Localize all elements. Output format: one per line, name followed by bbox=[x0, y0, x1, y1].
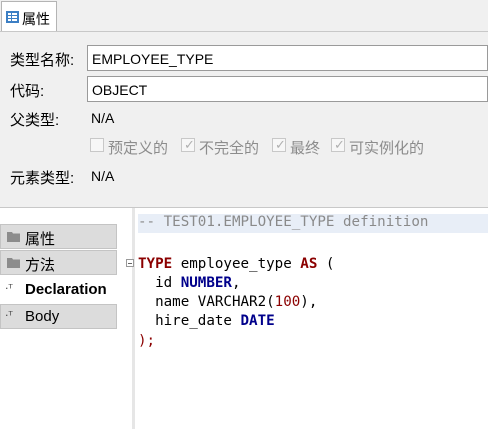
code-line: -- TEST01.EMPLOYEE_TYPE definition bbox=[138, 214, 488, 233]
comment-text: -- TEST01.EMPLOYEE_TYPE definition bbox=[138, 214, 429, 230]
sidebar-item-properties[interactable]: 属性 bbox=[0, 224, 117, 249]
datatype: NUMBER bbox=[180, 275, 232, 291]
checkmark-icon: ✓ bbox=[275, 137, 286, 152]
type-name-label: 类型名称: bbox=[10, 52, 75, 69]
parent-type-value: N/A bbox=[91, 110, 115, 126]
sidebar-item-label: 方法 bbox=[25, 257, 56, 274]
keyword: AS bbox=[300, 256, 318, 272]
checkbox-label: 不完全的 bbox=[199, 140, 260, 157]
identifier: name VARCHAR2( bbox=[138, 294, 275, 310]
folder-icon bbox=[7, 258, 20, 268]
declaration-icon: ·ᵀ bbox=[5, 282, 13, 295]
punctuation: ); bbox=[138, 333, 156, 349]
identifier: hire_date bbox=[138, 313, 241, 329]
code-line: hire_date DATE bbox=[138, 313, 275, 329]
punctuation: ), bbox=[300, 294, 318, 310]
checkbox-label: 最终 bbox=[290, 140, 321, 157]
code-label: 代码: bbox=[10, 83, 45, 100]
section-nav: 属性 方法 ·ᵀ Declaration ·ᵀ Body bbox=[0, 208, 132, 429]
fold-toggle-icon[interactable] bbox=[126, 259, 134, 267]
editor-tab-strip: 属性 bbox=[0, 0, 488, 32]
tab-label: 属性 bbox=[22, 11, 50, 27]
code-line: ); bbox=[138, 333, 155, 349]
sidebar-item-label: 属性 bbox=[25, 231, 56, 248]
element-type-value: N/A bbox=[91, 168, 115, 184]
code-field[interactable]: OBJECT bbox=[87, 76, 488, 102]
sidebar-item-declaration[interactable]: ·ᵀ Declaration bbox=[0, 277, 117, 302]
checkbox-box: ✓ bbox=[272, 137, 286, 152]
checkbox-label: 预定义的 bbox=[108, 140, 169, 157]
sidebar-item-label: Body bbox=[25, 308, 60, 325]
checkbox-box: ✓ bbox=[331, 137, 345, 152]
code-editor[interactable]: -- TEST01.EMPLOYEE_TYPE definition TYPE … bbox=[135, 208, 488, 429]
number-literal: 100 bbox=[274, 294, 301, 310]
checkbox-box: ✓ bbox=[181, 137, 195, 152]
datatype: DATE bbox=[240, 313, 275, 329]
checkbox-label: 可实例化的 bbox=[349, 140, 425, 157]
sidebar-item-methods[interactable]: 方法 bbox=[0, 250, 117, 275]
properties-icon bbox=[6, 11, 19, 23]
code-line: id NUMBER, bbox=[138, 275, 241, 291]
sidebar-item-label: Declaration bbox=[25, 281, 107, 298]
tab-properties[interactable]: 属性 bbox=[1, 1, 57, 31]
body-icon: ·ᵀ bbox=[5, 309, 13, 322]
checkbox-box bbox=[90, 138, 104, 152]
folder-icon bbox=[7, 232, 20, 242]
identifier: id bbox=[138, 275, 181, 291]
type-name-field[interactable]: EMPLOYEE_TYPE bbox=[87, 45, 488, 71]
element-type-label: 元素类型: bbox=[10, 170, 75, 187]
identifier: employee_type bbox=[172, 256, 301, 272]
parent-type-label: 父类型: bbox=[10, 112, 60, 129]
punctuation: , bbox=[231, 275, 241, 291]
code-line: TYPE employee_type AS ( bbox=[138, 256, 334, 272]
keyword: TYPE bbox=[138, 256, 173, 272]
sidebar-item-body[interactable]: ·ᵀ Body bbox=[0, 304, 117, 329]
checkmark-icon: ✓ bbox=[184, 137, 195, 152]
punctuation: ( bbox=[317, 256, 335, 272]
code-line: name VARCHAR2(100), bbox=[138, 294, 317, 310]
checkmark-icon: ✓ bbox=[334, 137, 345, 152]
